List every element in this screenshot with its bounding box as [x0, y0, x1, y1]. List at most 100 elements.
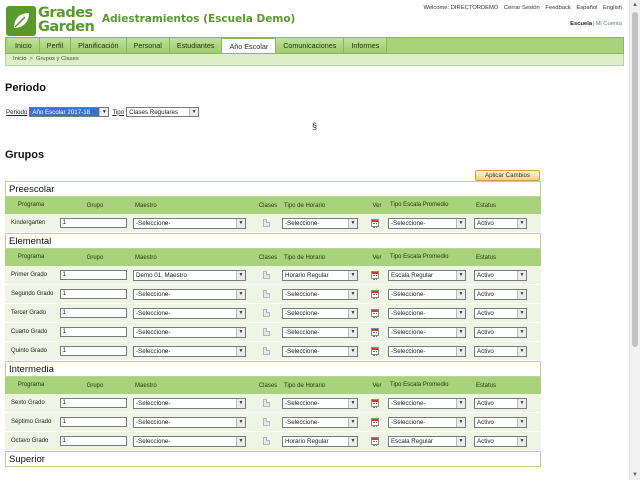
tipo-select[interactable]: Clases Regulares ▼: [126, 107, 200, 117]
tab-ano-escolar[interactable]: Año Escolar: [222, 38, 277, 53]
my-account-link[interactable]: Mi Cuenta: [596, 21, 622, 27]
calendar-icon[interactable]: [371, 418, 379, 427]
grade-scale-select[interactable]: Escala Regular ▼: [388, 435, 466, 447]
logout-link[interactable]: Cerrar Sesión: [504, 5, 540, 11]
schedule-type-select[interactable]: Horario Regular ▼: [282, 269, 358, 281]
tab-perfil[interactable]: Perfil: [39, 38, 72, 53]
status-select[interactable]: Activo ▼: [474, 269, 527, 281]
vertical-scrollbar[interactable]: ▲ ▼: [629, 0, 640, 480]
grade-scale-select[interactable]: -Seleccione- ▼: [388, 326, 466, 338]
group-input[interactable]: 1: [59, 270, 127, 280]
teacher-select-value: -Seleccione-: [136, 418, 171, 426]
tab-estudiantes[interactable]: Estudiantes: [169, 38, 223, 53]
tab-informes[interactable]: Informes: [344, 38, 388, 53]
status-select[interactable]: Activo ▼: [474, 435, 527, 447]
group-input[interactable]: 1: [59, 218, 127, 228]
teacher-select[interactable]: -Seleccione- ▼: [133, 345, 246, 357]
schedule-type-select[interactable]: -Seleccione- ▼: [282, 397, 358, 409]
group-input[interactable]: 1: [59, 289, 127, 299]
status-select[interactable]: Activo ▼: [474, 288, 527, 300]
teacher-select[interactable]: -Seleccione- ▼: [133, 288, 246, 300]
group-cell: 1: [55, 327, 131, 337]
grade-scale-select[interactable]: -Seleccione- ▼: [388, 345, 466, 357]
chevron-down-icon: ▼: [456, 327, 465, 337]
grade-scale-select[interactable]: -Seleccione- ▼: [388, 217, 466, 229]
calendar-icon[interactable]: [371, 290, 379, 299]
status-select[interactable]: Activo ▼: [474, 307, 527, 319]
apply-changes-button[interactable]: Aplicar Cambios: [475, 170, 540, 181]
teacher-select[interactable]: -Seleccione- ▼: [133, 435, 246, 447]
status-select[interactable]: Activo ▼: [474, 397, 527, 409]
scrollbar-thumb[interactable]: [632, 12, 638, 347]
teacher-select[interactable]: -Seleccione- ▼: [133, 307, 246, 319]
grade-scale-select[interactable]: Escala Regular ▼: [388, 269, 466, 281]
feedback-link[interactable]: Feedback: [545, 5, 570, 11]
calendar-icon[interactable]: [371, 309, 379, 318]
periodo-select[interactable]: Año Escolar 2017-18 ▼: [29, 107, 110, 117]
group-input[interactable]: 1: [59, 417, 127, 427]
teacher-select[interactable]: -Seleccione- ▼: [133, 326, 246, 338]
document-icon[interactable]: [262, 309, 270, 317]
program-name: Segundo Grado: [11, 290, 54, 297]
teacher-select[interactable]: Demo 01, Maestro ▼: [133, 269, 246, 281]
tab-comunicaciones[interactable]: Comunicaciones: [276, 38, 345, 53]
scroll-down-icon[interactable]: ▼: [630, 470, 640, 480]
view-cell: [364, 418, 386, 427]
status-select[interactable]: Activo ▼: [474, 326, 527, 338]
document-icon[interactable]: [262, 418, 270, 426]
document-icon[interactable]: [262, 290, 270, 298]
status-select[interactable]: Activo ▼: [474, 416, 527, 428]
group-input[interactable]: 1: [59, 398, 127, 408]
status-select[interactable]: Activo ▼: [474, 217, 527, 229]
scroll-up-icon[interactable]: ▲: [630, 0, 640, 10]
spanish-link[interactable]: Español: [576, 5, 597, 11]
schedule-type-select[interactable]: -Seleccione- ▼: [282, 217, 358, 229]
school-link[interactable]: Escuela: [570, 21, 592, 27]
teacher-select[interactable]: -Seleccione- ▼: [133, 397, 246, 409]
schedule-type-select[interactable]: -Seleccione- ▼: [282, 326, 358, 338]
group-input[interactable]: 1: [59, 327, 127, 337]
column-header-estatus: Estatus: [476, 382, 497, 389]
calendar-icon[interactable]: [371, 328, 379, 337]
calendar-icon[interactable]: [371, 347, 379, 356]
grade-scale-select[interactable]: -Seleccione- ▼: [388, 307, 466, 319]
teacher-select[interactable]: -Seleccione- ▼: [133, 416, 246, 428]
group-input[interactable]: 1: [59, 308, 127, 318]
grade-scale-select[interactable]: -Seleccione- ▼: [388, 288, 466, 300]
group-input[interactable]: 1: [59, 436, 127, 446]
document-icon[interactable]: [262, 271, 270, 279]
schedule-type-select[interactable]: -Seleccione- ▼: [282, 345, 358, 357]
grade-scale-select[interactable]: -Seleccione- ▼: [388, 397, 466, 409]
calendar-icon[interactable]: [371, 271, 379, 280]
tab-personal[interactable]: Personal: [126, 38, 170, 53]
schedule-type-select[interactable]: -Seleccione- ▼: [282, 307, 358, 319]
chevron-down-icon: ▼: [456, 218, 465, 228]
calendar-icon[interactable]: [371, 437, 379, 446]
group-input[interactable]: 1: [59, 346, 127, 356]
grade-scale-select[interactable]: -Seleccione- ▼: [388, 416, 466, 428]
group-cell: 1: [55, 270, 131, 280]
schedule-type-select[interactable]: Horario Regular ▼: [282, 435, 358, 447]
status-cell: Activo ▼: [472, 326, 530, 338]
tab-inicio[interactable]: Inicio: [8, 38, 40, 53]
teacher-select[interactable]: -Seleccione- ▼: [133, 217, 246, 229]
chevron-down-icon: ▼: [348, 436, 357, 446]
calendar-icon[interactable]: [371, 219, 379, 228]
document-icon[interactable]: [262, 399, 270, 407]
column-header-tipo-horario: Tipo de Horario: [284, 202, 326, 209]
calendar-icon[interactable]: [371, 399, 379, 408]
breadcrumb-home[interactable]: Inicio: [13, 56, 27, 62]
document-icon[interactable]: [262, 347, 270, 355]
english-link[interactable]: English: [603, 5, 622, 11]
classes-cell: [252, 418, 280, 426]
schedule-cell: -Seleccione- ▼: [280, 288, 364, 300]
document-icon[interactable]: [262, 437, 270, 445]
document-icon[interactable]: [262, 219, 270, 227]
teacher-select-value: -Seleccione-: [136, 347, 171, 355]
status-select[interactable]: Activo ▼: [474, 345, 527, 357]
tab-planificacion[interactable]: Planificación: [71, 38, 127, 53]
grades-garden-logo[interactable]: Grades Garden: [6, 6, 95, 36]
schedule-type-select[interactable]: -Seleccione- ▼: [282, 288, 358, 300]
schedule-type-select[interactable]: -Seleccione- ▼: [282, 416, 358, 428]
document-icon[interactable]: [262, 328, 270, 336]
